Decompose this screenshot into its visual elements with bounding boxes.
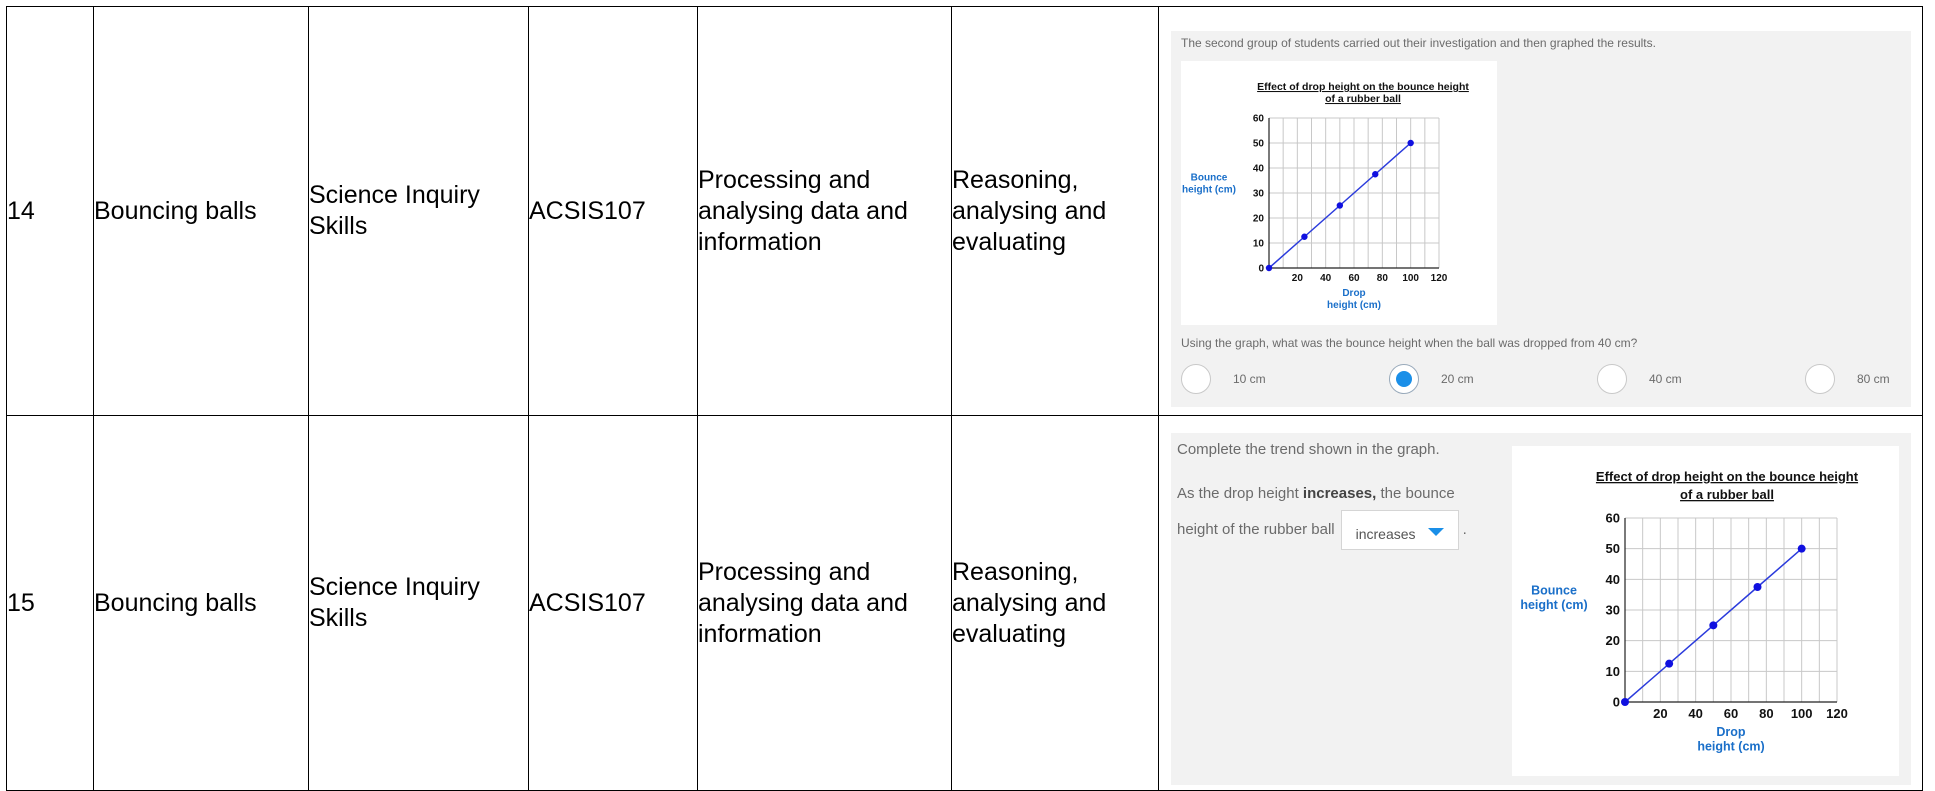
sub-strand: Processing and analysing data and inform… bbox=[697, 6, 952, 416]
y-tick-label: 0 bbox=[1613, 694, 1620, 709]
strand: Science Inquiry Skills bbox=[308, 415, 529, 791]
radio-button[interactable] bbox=[1805, 364, 1835, 394]
dropdown-value: increases bbox=[1355, 525, 1416, 542]
y-axis-label: height (cm) bbox=[1520, 598, 1587, 612]
data-point bbox=[1665, 659, 1674, 668]
unit-name: Bouncing balls bbox=[93, 415, 309, 791]
x-tick-label: 120 bbox=[1431, 273, 1448, 284]
skill: Reasoning, analysing and evaluating bbox=[951, 415, 1159, 791]
y-axis-label: Bounce bbox=[1531, 583, 1577, 597]
radio-button[interactable] bbox=[1597, 364, 1627, 394]
x-tick-label: 40 bbox=[1688, 706, 1702, 721]
strand: Science Inquiry Skills bbox=[308, 6, 529, 416]
x-tick-label: 20 bbox=[1653, 706, 1667, 721]
chart-title: of a rubber ball bbox=[1680, 487, 1774, 502]
data-point bbox=[1407, 139, 1414, 147]
chart-title: of a rubber ball bbox=[1325, 93, 1401, 105]
y-tick-label: 40 bbox=[1606, 571, 1620, 586]
bounce-height-chart: Effect of drop height on the bounce heig… bbox=[1182, 81, 1469, 311]
chart-title: Effect of drop height on the bounce heig… bbox=[1596, 469, 1859, 484]
x-tick-label: 100 bbox=[1402, 273, 1419, 284]
x-tick-label: 20 bbox=[1292, 273, 1304, 284]
data-point bbox=[1336, 202, 1344, 209]
x-tick-label: 100 bbox=[1791, 706, 1813, 721]
y-tick-label: 30 bbox=[1606, 602, 1620, 617]
y-tick-label: 0 bbox=[1258, 264, 1264, 275]
chart-title: Effect of drop height on the bounce heig… bbox=[1257, 81, 1469, 93]
y-tick-label: 10 bbox=[1253, 239, 1265, 250]
option-label: 20 cm bbox=[1441, 372, 1474, 386]
y-axis-label: Bounce bbox=[1191, 173, 1228, 184]
data-point bbox=[1301, 233, 1308, 240]
table-row: 15 Bouncing balls Science Inquiry Skills… bbox=[6, 415, 1923, 791]
data-point bbox=[1709, 620, 1718, 629]
x-axis-label: height (cm) bbox=[1327, 300, 1381, 311]
question-intro: The second group of students carried out… bbox=[1181, 36, 1656, 50]
y-tick-label: 30 bbox=[1253, 189, 1265, 200]
answer-dropdown[interactable]: increases bbox=[1340, 509, 1459, 550]
sentence-end: . bbox=[1462, 520, 1467, 538]
x-tick-label: 80 bbox=[1377, 273, 1389, 284]
question-cell: The second group of students carried out… bbox=[1158, 6, 1923, 416]
x-tick-label: 60 bbox=[1724, 706, 1738, 721]
question-cell: Complete the trend shown in the graph. A… bbox=[1158, 415, 1923, 791]
y-tick-label: 60 bbox=[1606, 510, 1620, 525]
y-tick-label: 20 bbox=[1606, 633, 1620, 648]
x-tick-label: 40 bbox=[1320, 273, 1332, 284]
x-tick-label: 120 bbox=[1826, 706, 1848, 721]
y-tick-label: 40 bbox=[1253, 164, 1265, 175]
question-intro: Complete the trend shown in the graph. bbox=[1177, 440, 1440, 458]
y-tick-label: 50 bbox=[1253, 139, 1265, 150]
radio-button[interactable] bbox=[1181, 364, 1211, 394]
x-tick-label: 80 bbox=[1759, 706, 1773, 721]
bounce-height-chart: Effect of drop height on the bounce heig… bbox=[1520, 469, 1859, 754]
table-row: 14 Bouncing balls Science Inquiry Skills… bbox=[6, 6, 1923, 416]
chart-container: Effect of drop height on the bounce heig… bbox=[1512, 445, 1899, 776]
data-point bbox=[1753, 582, 1762, 591]
sentence-bold: increases, bbox=[1302, 484, 1377, 502]
y-tick-label: 60 bbox=[1253, 114, 1265, 125]
radio-dot bbox=[1396, 371, 1412, 387]
sentence-line-1: As the drop height increases, the bounce bbox=[1177, 477, 1455, 510]
item-number: 15 bbox=[6, 415, 94, 791]
sentence-part-2: the bounce bbox=[1376, 484, 1455, 502]
y-tick-label: 10 bbox=[1606, 663, 1620, 678]
option-label: 40 cm bbox=[1649, 372, 1682, 386]
x-axis-label: height (cm) bbox=[1697, 739, 1764, 753]
data-point bbox=[1797, 544, 1806, 553]
content-code: ACSIS107 bbox=[528, 6, 698, 416]
sentence-line-2: height of the rubber ball increases. bbox=[1177, 509, 1467, 550]
sentence-part-1: As the drop height bbox=[1177, 484, 1303, 502]
data-point bbox=[1372, 171, 1379, 178]
radio-button-selected[interactable] bbox=[1389, 364, 1419, 394]
option-label: 10 cm bbox=[1233, 372, 1266, 386]
sub-strand: Processing and analysing data and inform… bbox=[697, 415, 952, 791]
x-tick-label: 60 bbox=[1348, 273, 1360, 284]
content-code: ACSIS107 bbox=[528, 415, 698, 791]
data-point bbox=[1265, 264, 1273, 272]
x-axis-label: Drop bbox=[1342, 288, 1365, 299]
y-axis-label: height (cm) bbox=[1182, 185, 1236, 196]
option-label: 80 cm bbox=[1857, 372, 1890, 386]
chevron-down-icon bbox=[1427, 527, 1444, 536]
data-point bbox=[1621, 697, 1629, 706]
question-prompt: Using the graph, what was the bounce hei… bbox=[1181, 336, 1638, 350]
unit-name: Bouncing balls bbox=[93, 6, 309, 416]
question-panel: Complete the trend shown in the graph. A… bbox=[1171, 432, 1911, 785]
x-axis-label: Drop bbox=[1716, 725, 1746, 739]
sentence-part-3: height of the rubber ball bbox=[1177, 520, 1335, 538]
curriculum-table: 14 Bouncing balls Science Inquiry Skills… bbox=[6, 6, 1923, 791]
y-tick-label: 50 bbox=[1606, 541, 1620, 556]
question-panel: The second group of students carried out… bbox=[1171, 31, 1911, 407]
skill: Reasoning, analysing and evaluating bbox=[951, 6, 1159, 416]
chart-container: Effect of drop height on the bounce heig… bbox=[1181, 61, 1497, 325]
item-number: 14 bbox=[6, 6, 94, 416]
y-tick-label: 20 bbox=[1253, 214, 1265, 225]
